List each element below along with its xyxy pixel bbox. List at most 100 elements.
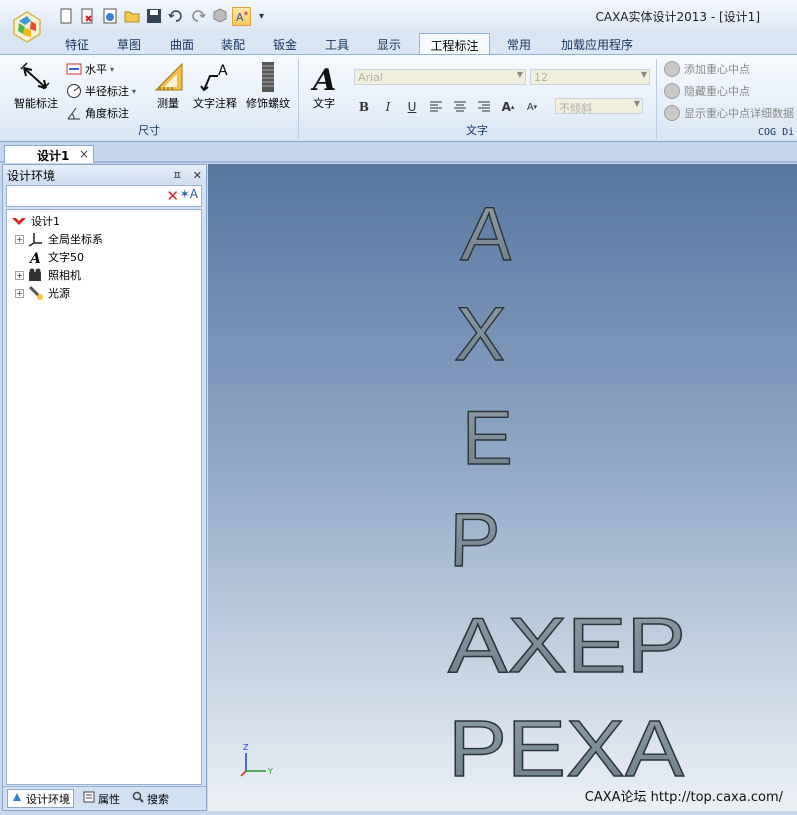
tree-node-design1[interactable]: 设计1 — [11, 212, 60, 230]
ribbon-tab-row: 特征 草图 曲面 装配 钣金 工具 显示 工程标注 常用 加载应用程序 — [0, 33, 797, 55]
show-cog-detail-button[interactable]: 显示重心中点详细数据 — [664, 105, 797, 121]
horizontal-dim-icon — [66, 61, 82, 77]
svg-text:✶: ✶ — [243, 10, 249, 18]
tab-assembly[interactable]: 装配 — [214, 33, 252, 54]
measure-label: 测量 — [157, 97, 179, 110]
tab-feature[interactable]: 特征 — [58, 33, 96, 54]
add-cog-button[interactable]: 添加重心中点 — [664, 61, 750, 77]
horizontal-dim-button[interactable]: 水平 ▾ — [66, 61, 114, 77]
quick-access-overflow-button[interactable]: ▾ — [259, 11, 264, 22]
text-leader-button[interactable]: A 文字注释 — [190, 59, 240, 111]
expand-icon[interactable]: + — [15, 234, 24, 244]
font-size-select[interactable]: 12 ▼ — [530, 69, 650, 85]
scene-text-p[interactable]: P — [448, 497, 502, 583]
tree-node-text50[interactable]: A 文字50 — [28, 248, 84, 266]
close-icon[interactable]: ✕ — [193, 169, 202, 182]
italic-button[interactable]: I — [379, 98, 397, 116]
caxa-logo-icon[interactable] — [10, 10, 44, 44]
undo-icon[interactable] — [166, 7, 185, 26]
chevron-down-icon: ▼ — [640, 70, 647, 79]
tab-properties[interactable]: 属性 — [80, 789, 123, 808]
svg-text:A: A — [310, 63, 336, 94]
title-bar: A ✶ ▾ CAXA实体设计2013 - [设计1] — [0, 0, 797, 33]
expand-icon[interactable]: + — [15, 288, 24, 298]
tree-node-global-coords[interactable]: + 全局坐标系 — [15, 230, 103, 248]
font-family-value: Arial — [358, 71, 383, 84]
text-button[interactable]: A 文字 — [306, 59, 342, 111]
document-tab-design1[interactable]: 设计1 × — [4, 145, 94, 163]
align-left-icon[interactable] — [427, 98, 445, 116]
tab-engineering-annotation[interactable]: 工程标注 — [419, 33, 490, 55]
close-icon[interactable]: × — [79, 147, 89, 161]
angle-dim-button[interactable]: 角度标注 — [66, 105, 129, 121]
scene-text-pexa[interactable]: PEXA — [447, 703, 685, 793]
tab-sheet-metal[interactable]: 钣金 — [266, 33, 304, 54]
design-root-icon — [11, 213, 27, 229]
svg-text:A: A — [28, 251, 41, 265]
clear-filter-icon[interactable]: ✕ — [166, 187, 179, 205]
camera-icon — [28, 267, 44, 283]
align-center-icon[interactable] — [451, 98, 469, 116]
triad-z-label: Z — [243, 743, 249, 752]
text-group-label: 文字 — [466, 124, 488, 137]
tab-common[interactable]: 常用 — [500, 33, 538, 54]
expand-icon[interactable]: + — [15, 270, 24, 280]
font-family-select[interactable]: Arial ▼ — [354, 69, 526, 85]
tab-load-apps[interactable]: 加载应用程序 — [556, 33, 638, 54]
bold-button[interactable]: B — [355, 98, 373, 116]
tree-node-camera[interactable]: + 照相机 — [15, 266, 81, 284]
tab-tools[interactable]: 工具 — [318, 33, 356, 54]
new-template-icon[interactable] — [78, 7, 97, 26]
radius-dim-button[interactable]: 半径标注 ▾ — [66, 83, 136, 99]
tab-sketch[interactable]: 草图 — [110, 33, 148, 54]
coordinate-axes-icon — [28, 231, 44, 247]
radius-dim-label: 半径标注 — [85, 85, 129, 98]
design-environment-panel: 设计环境 ㅍ ✕ ✕ ✶A 设计1 + 全局坐标系 A 文字50 + 照相机 +… — [2, 164, 207, 811]
dimension-group-label: 尺寸 — [138, 124, 160, 137]
underline-button[interactable]: U — [403, 98, 421, 116]
new-design-icon[interactable] — [100, 7, 119, 26]
scene-text-e[interactable]: E — [461, 395, 513, 481]
font-shrink-icon[interactable]: A ▾ — [523, 98, 541, 116]
tree-node-light[interactable]: + 光源 — [15, 284, 70, 302]
triad-y-label: Y — [267, 767, 273, 776]
design-tree: 设计1 + 全局坐标系 A 文字50 + 照相机 + 光源 — [6, 209, 202, 785]
save-icon[interactable] — [144, 7, 163, 26]
new-file-icon[interactable] — [56, 7, 75, 26]
font-grow-icon[interactable]: A ▴ — [499, 98, 517, 116]
redo-icon[interactable] — [188, 7, 207, 26]
forum-watermark: CAXA论坛 http://top.caxa.com/ — [584, 790, 783, 805]
text-leader-label: 文字注释 — [193, 97, 237, 110]
scene-text-axep[interactable]: AXEP — [447, 600, 686, 689]
text-filter-icon[interactable]: ✶A — [180, 187, 198, 201]
window-title: CAXA实体设计2013 - [设计1] — [595, 10, 760, 24]
smart-dimension-button[interactable]: 智能标注 — [10, 59, 62, 111]
measure-button[interactable]: 测量 — [152, 59, 184, 111]
slant-value: 不倾斜 — [559, 102, 592, 115]
scene-text-a[interactable]: A — [458, 191, 516, 277]
hide-cog-button[interactable]: 隐藏重心中点 — [664, 83, 750, 99]
axis-triad-icon: Z Y — [240, 743, 273, 777]
scene-text-x[interactable]: X — [453, 291, 508, 377]
text-style-icon[interactable]: A ✶ — [232, 6, 251, 26]
tab-surface[interactable]: 曲面 — [163, 33, 201, 54]
cosmetic-thread-button[interactable]: 修饰螺纹 — [243, 59, 293, 111]
align-right-icon[interactable] — [475, 98, 493, 116]
text-a-icon: A — [306, 59, 342, 95]
slant-select[interactable]: 不倾斜 ▼ — [555, 98, 643, 115]
solid-cube-icon[interactable] — [210, 7, 229, 26]
tab-display[interactable]: 显示 — [370, 33, 408, 54]
tree-node-label: 照相机 — [48, 269, 81, 282]
panel-title: 设计环境 — [7, 169, 56, 183]
thread-bolt-icon — [243, 59, 293, 95]
text-leader-icon: A — [190, 59, 240, 95]
tree-filter-bar[interactable]: ✕ ✶A — [6, 185, 202, 207]
3d-viewport[interactable]: A X E P AXEP PEXA Z Y CAXA论坛 http://top.… — [208, 164, 797, 811]
tab-design-environment[interactable]: 设计环境 — [7, 789, 74, 808]
pin-icon[interactable]: ㅍ — [172, 169, 182, 182]
tree-node-label: 文字50 — [48, 251, 84, 264]
tab-search[interactable]: 搜索 — [129, 789, 172, 808]
show-cog-detail-icon — [664, 105, 680, 121]
open-folder-icon[interactable] — [122, 7, 141, 26]
status-bar — [0, 811, 797, 815]
